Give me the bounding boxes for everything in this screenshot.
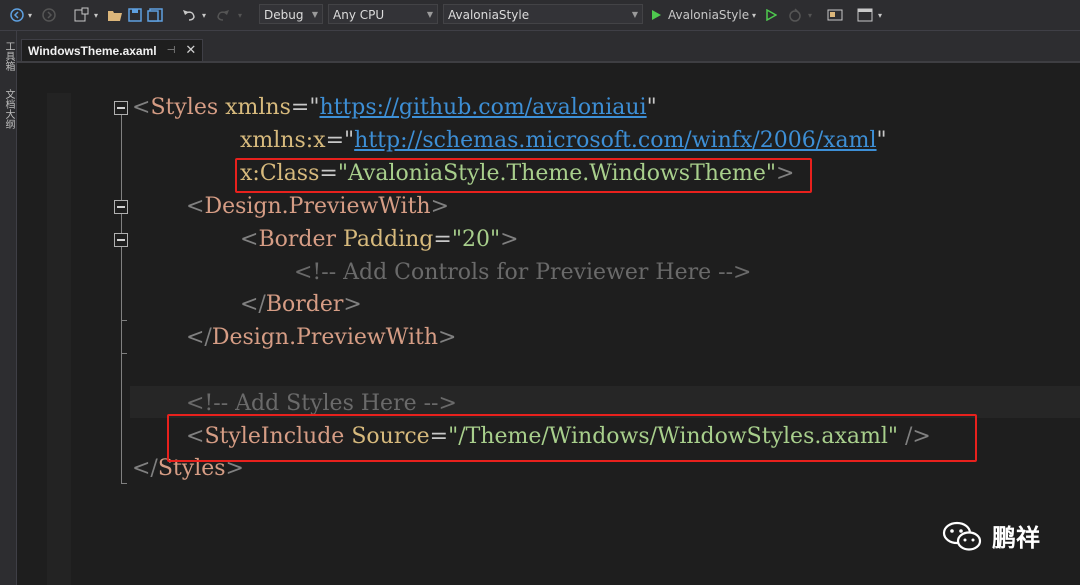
new-dropdown-icon[interactable]: ▾ xyxy=(92,5,100,25)
collapse-previewwith-icon[interactable] xyxy=(114,200,128,214)
tag-name: Border xyxy=(265,292,344,317)
attribute-name: xmlns:x xyxy=(240,128,326,153)
solution-explorer-icon[interactable] xyxy=(826,5,844,25)
token: > xyxy=(343,292,362,317)
side-tool-strip: 工具箱 文档大纲 xyxy=(0,31,17,585)
wechat-icon xyxy=(942,521,982,551)
platform-select[interactable]: Any CPU ▼ xyxy=(328,4,438,24)
token: < xyxy=(186,194,205,219)
redo-icon[interactable] xyxy=(214,5,232,25)
tab-windowstheme[interactable]: WindowsTheme.axaml ⊣ ✕ xyxy=(21,39,204,61)
attribute-name: Padding xyxy=(343,227,434,252)
new-project-icon[interactable] xyxy=(72,5,90,25)
tag-name: Border xyxy=(258,227,336,252)
toolbar-overflow-icon[interactable]: ▾ xyxy=(876,5,884,25)
indicator-margin xyxy=(47,93,71,585)
start-debug-label: AvaloniaStyle xyxy=(668,8,750,22)
code-line: <Styles xmlns="https://github.com/avalon… xyxy=(132,94,657,122)
code-line: <Design.PreviewWith> xyxy=(186,193,449,221)
code-line: <Border Padding="20"> xyxy=(240,226,519,254)
token: > xyxy=(430,194,450,219)
code-line: <!-- Add Controls for Previewer Here --> xyxy=(294,259,751,287)
tag-name: Styles xyxy=(150,95,219,120)
highlight-box-styleinclude xyxy=(167,414,977,462)
fold-end-tick xyxy=(121,320,127,321)
run-dropdown-icon[interactable]: ▾ xyxy=(750,5,758,25)
tag-name: Design.PreviewWith xyxy=(211,325,439,350)
attribute-name: xmlns xyxy=(225,95,291,120)
collapse-styles-icon[interactable] xyxy=(114,101,128,115)
token: </ xyxy=(132,456,158,481)
pin-icon[interactable]: ⊣ xyxy=(167,45,176,56)
hot-reload-dropdown-icon[interactable]: ▾ xyxy=(806,5,814,25)
back-icon[interactable] xyxy=(8,5,26,25)
chevron-down-icon: ▼ xyxy=(631,10,638,19)
start-without-debug-icon[interactable] xyxy=(762,5,780,25)
token: < xyxy=(240,227,259,252)
tab-title: WindowsTheme.axaml xyxy=(28,43,157,58)
forward-icon[interactable] xyxy=(40,5,58,25)
play-icon xyxy=(652,10,661,20)
undo-icon[interactable] xyxy=(180,5,198,25)
document-tab-strip: WindowsTheme.axaml ⊣ ✕ xyxy=(17,31,1080,63)
watermark: 鹏祥 xyxy=(942,518,1040,553)
namespace-link[interactable]: https://github.com/avaloniaui xyxy=(319,95,646,120)
namespace-link[interactable]: http://schemas.microsoft.com/winfx/2006/… xyxy=(354,128,876,153)
configuration-select[interactable]: Debug ▼ xyxy=(259,4,323,24)
undo-dropdown-icon[interactable]: ▾ xyxy=(200,5,208,25)
highlight-box-class xyxy=(235,158,812,193)
startup-project-value: AvaloniaStyle xyxy=(448,8,530,22)
fold-guide xyxy=(121,115,122,483)
token: = xyxy=(433,227,452,252)
fold-end-tick xyxy=(121,483,127,484)
attribute-value: "20" xyxy=(451,227,501,252)
main-toolbar: ▾ ▾ ▾ ▾ Debug ▼ Any CPU ▼ AvaloniaStyle … xyxy=(0,0,1080,31)
fold-end-tick xyxy=(121,353,127,354)
save-all-icon[interactable] xyxy=(146,5,164,25)
back-dropdown-icon[interactable]: ▾ xyxy=(26,5,34,25)
watermark-text: 鹏祥 xyxy=(992,524,1040,552)
xml-comment: <!-- Add Styles Here --> xyxy=(186,391,457,416)
token: = xyxy=(290,95,310,120)
window-layout-icon[interactable] xyxy=(856,5,874,25)
token: </ xyxy=(240,292,266,317)
startup-project-select[interactable]: AvaloniaStyle ▼ xyxy=(443,4,643,24)
collapse-border-icon[interactable] xyxy=(114,233,128,247)
token: " xyxy=(309,95,320,120)
token: </ xyxy=(186,325,212,350)
code-line: </Border> xyxy=(240,291,362,319)
token: = xyxy=(325,128,345,153)
open-folder-icon[interactable] xyxy=(106,5,124,25)
code-line: </Design.PreviewWith> xyxy=(186,324,456,352)
chevron-down-icon: ▼ xyxy=(426,10,433,19)
platform-value: Any CPU xyxy=(333,8,385,22)
tag-name: Design.PreviewWith xyxy=(204,194,431,219)
configuration-value: Debug xyxy=(264,8,304,22)
code-line: xmlns:x="http://schemas.microsoft.com/wi… xyxy=(240,127,887,155)
toolbox-tab[interactable]: 工具箱 xyxy=(1,41,16,71)
xml-comment: <!-- Add Controls for Previewer Here --> xyxy=(294,260,752,285)
start-debug-button[interactable]: AvaloniaStyle xyxy=(650,5,750,25)
code-editor[interactable]: <Styles xmlns="https://github.com/avalon… xyxy=(17,63,1080,585)
token: < xyxy=(132,95,151,120)
document-outline-tab[interactable]: 文档大纲 xyxy=(1,89,16,129)
token: " xyxy=(876,128,887,153)
token: > xyxy=(500,227,519,252)
chevron-down-icon: ▼ xyxy=(311,10,318,19)
hot-reload-icon[interactable] xyxy=(786,5,804,25)
token: > xyxy=(438,325,457,350)
redo-dropdown-icon[interactable]: ▾ xyxy=(236,5,244,25)
token: " xyxy=(646,95,657,120)
close-icon[interactable]: ✕ xyxy=(185,43,196,58)
token: " xyxy=(344,128,355,153)
save-icon[interactable] xyxy=(126,5,144,25)
